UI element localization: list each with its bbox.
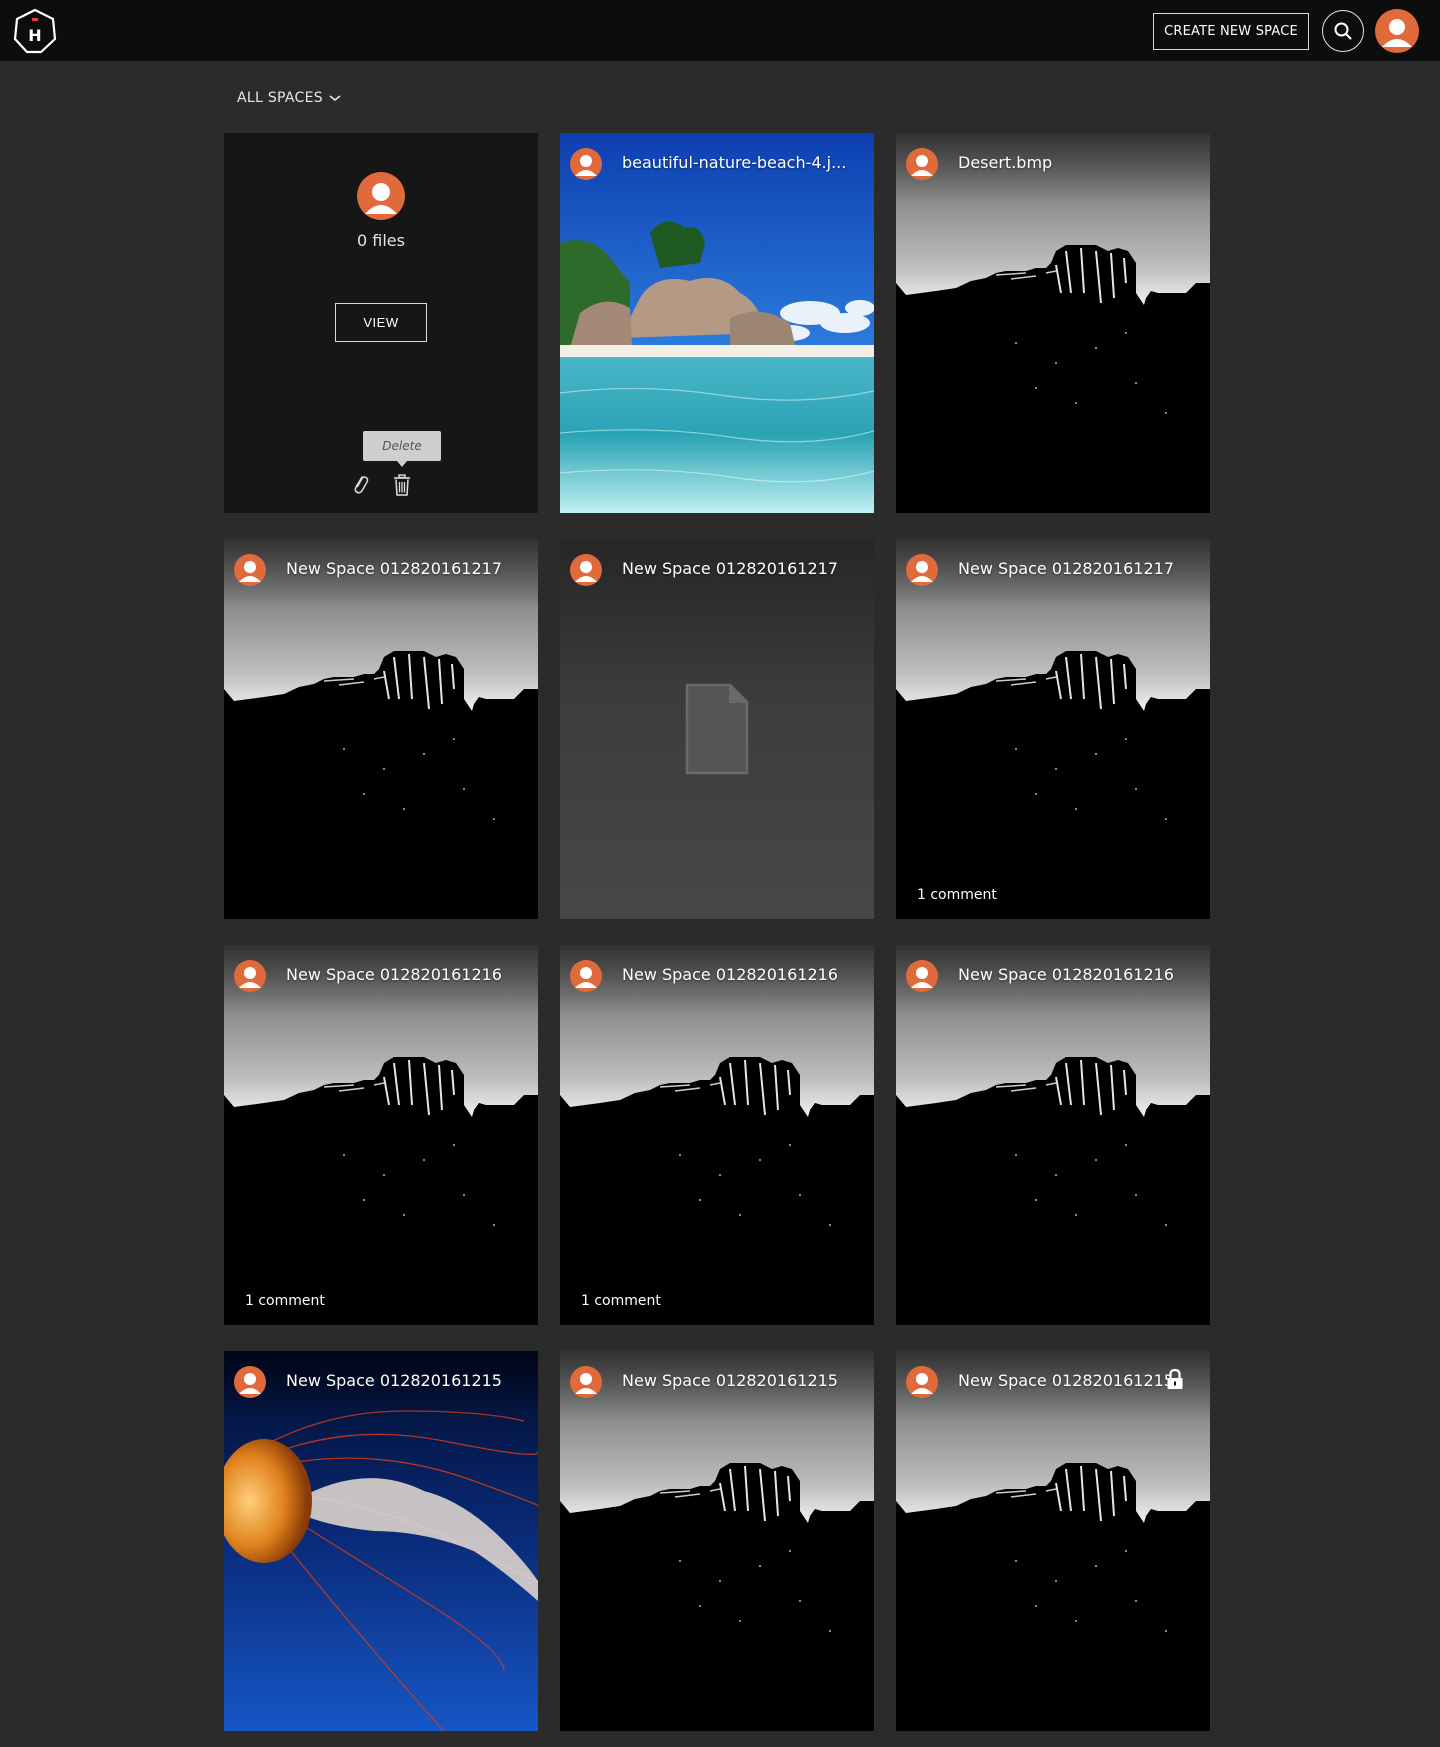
filter-label: ALL SPACES [237,90,323,106]
owner-avatar-icon [570,1366,602,1398]
hexagon-logo-icon[interactable]: H [12,8,58,54]
space-title: New Space 012820161215 [958,1371,1174,1390]
owner-avatar-icon [906,960,938,992]
desert-thumbnail [896,539,1210,919]
space-card[interactable]: Desert.bmp [896,133,1210,513]
lock-icon [1167,1368,1183,1389]
owner-avatar-icon [234,1366,266,1398]
space-card-hovered[interactable]: 0 files VIEW Delete [224,133,538,513]
desert-thumbnail [896,133,1210,513]
owner-avatar-icon [234,554,266,586]
owner-avatar-icon [570,960,602,992]
space-card[interactable]: New Space 012820161217 [224,539,538,919]
comment-count[interactable]: 1 comment [917,887,997,903]
owner-avatar-icon [234,960,266,992]
desert-thumbnail [224,539,538,919]
space-title: New Space 012820161217 [286,559,502,578]
search-button[interactable] [1322,10,1364,52]
beach-thumbnail [560,133,874,513]
space-title: New Space 012820161217 [622,559,838,578]
owner-avatar-icon [906,554,938,586]
space-title: New Space 012820161216 [622,965,838,984]
trash-icon[interactable] [392,473,412,497]
file-count: 0 files [357,231,405,250]
search-icon [1334,22,1352,40]
space-title: New Space 012820161216 [286,965,502,984]
owner-avatar-icon [357,172,405,220]
owner-avatar-icon [906,1366,938,1398]
logo-letter: H [28,26,41,45]
view-button[interactable]: VIEW [335,303,427,342]
top-bar: H CREATE NEW SPACE [0,0,1440,61]
comment-count[interactable]: 1 comment [245,1293,325,1309]
space-card[interactable]: New Space 012820161215 [560,1351,874,1731]
comment-count[interactable]: 1 comment [581,1293,661,1309]
desert-thumbnail [560,945,874,1325]
space-card[interactable]: New Space 012820161217 1 comment [896,539,1210,919]
owner-avatar-icon [570,148,602,180]
space-card[interactable]: New Space 012820161216 1 comment [224,945,538,1325]
document-icon [685,683,749,775]
space-title: New Space 012820161217 [958,559,1174,578]
owner-avatar-icon [906,148,938,180]
all-spaces-dropdown[interactable]: ALL SPACES [237,90,341,106]
user-avatar-icon[interactable] [1375,9,1419,53]
chevron-down-icon [329,95,341,102]
space-title: New Space 012820161216 [958,965,1174,984]
desert-thumbnail [896,945,1210,1325]
space-title: beautiful-nature-beach-4.j... [622,153,847,172]
space-card[interactable]: New Space 012820161217 [560,539,874,919]
space-title: Desert.bmp [958,153,1053,172]
space-title: New Space 012820161215 [622,1371,838,1390]
desert-thumbnail [560,1351,874,1731]
link-icon[interactable] [350,473,370,497]
space-title: New Space 012820161215 [286,1371,502,1390]
space-card[interactable]: New Space 012820161215 [896,1351,1210,1731]
space-card[interactable]: New Space 012820161216 [896,945,1210,1325]
space-card[interactable]: New Space 012820161216 1 comment [560,945,874,1325]
owner-avatar-icon [570,554,602,586]
space-card[interactable]: beautiful-nature-beach-4.j... [560,133,874,513]
space-card[interactable]: New Space 012820161215 [224,1351,538,1731]
desert-thumbnail [224,945,538,1325]
create-new-space-button[interactable]: CREATE NEW SPACE [1153,13,1309,50]
jellyfish-thumbnail [224,1351,538,1731]
desert-thumbnail [896,1351,1210,1731]
delete-tooltip: Delete [363,431,441,467]
